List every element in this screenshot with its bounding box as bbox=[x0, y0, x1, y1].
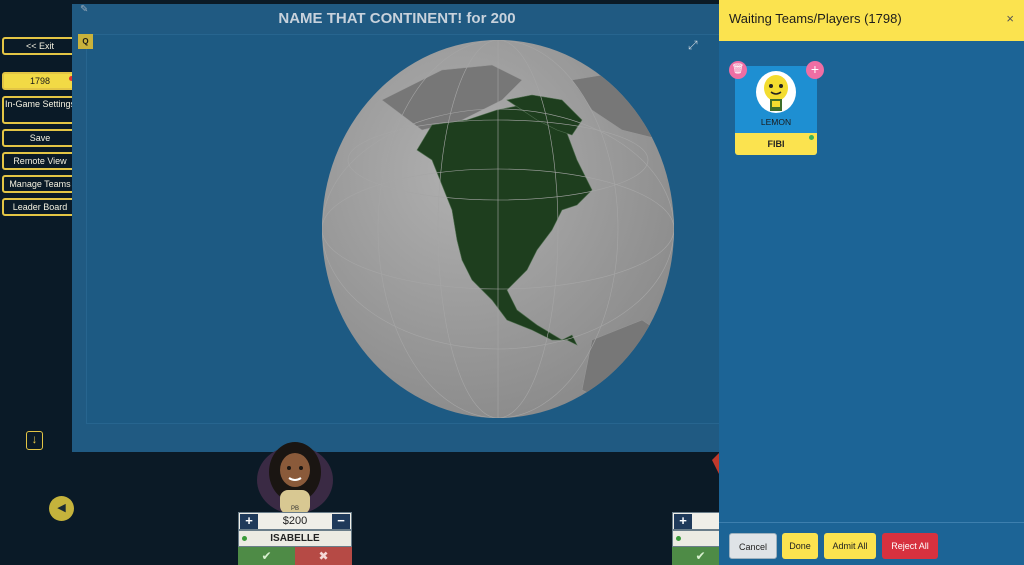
card-team-name: LEMON bbox=[760, 117, 792, 127]
score-bar: + $200 − bbox=[238, 512, 352, 530]
trash-icon[interactable]: 🗑 bbox=[729, 61, 747, 79]
judge-buttons: ✔ ✖ bbox=[238, 547, 352, 565]
lemon-avatar bbox=[756, 71, 796, 113]
subtract-points-button[interactable]: − bbox=[332, 514, 350, 529]
expand-icon[interactable]: ⤢ bbox=[688, 38, 702, 52]
left-sidebar: << Exit 1798 In-Game Settings Save Remot… bbox=[0, 0, 80, 565]
plus-icon[interactable]: + bbox=[806, 61, 824, 79]
manage-teams-button[interactable]: Manage Teams bbox=[2, 175, 78, 193]
game-id-label: 1798 bbox=[29, 76, 51, 86]
question-badge: Q bbox=[78, 34, 93, 49]
player-name: ISABELLE bbox=[270, 533, 320, 544]
add-points-button[interactable]: + bbox=[240, 514, 258, 529]
player-name-bar: ISABELLE bbox=[238, 530, 352, 547]
player-avatar: PB bbox=[257, 442, 333, 514]
previous-arrow-icon[interactable]: ◀ bbox=[49, 496, 74, 521]
question-board: ✎ NAME THAT CONTINENT! for 200 Q ⤢ bbox=[72, 4, 722, 452]
footer-divider bbox=[719, 522, 1024, 523]
online-dot bbox=[242, 536, 247, 541]
leader-board-button[interactable]: Leader Board bbox=[2, 198, 78, 216]
globe-image bbox=[322, 40, 674, 418]
waiting-player-card[interactable]: 🗑 + LEMON FIBI bbox=[729, 61, 824, 155]
done-button[interactable]: Done bbox=[782, 533, 818, 559]
add-points-button[interactable]: + bbox=[674, 514, 692, 529]
panel-header: Waiting Teams/Players (1798) × bbox=[719, 0, 1024, 41]
admit-all-button[interactable]: Admit All bbox=[824, 533, 876, 559]
player-points: $200 bbox=[282, 515, 308, 527]
incorrect-x-icon[interactable]: ✖ bbox=[295, 547, 352, 565]
remote-view-button[interactable]: Remote View bbox=[2, 152, 78, 170]
save-button[interactable]: Save bbox=[2, 129, 78, 147]
reject-all-button[interactable]: Reject All bbox=[882, 533, 938, 559]
cancel-button[interactable]: Cancel bbox=[729, 533, 777, 559]
close-icon[interactable]: × bbox=[1006, 11, 1014, 26]
game-id-button[interactable]: 1798 bbox=[2, 72, 78, 90]
arrow-down-icon[interactable]: ↓ bbox=[26, 431, 43, 450]
panel-title: Waiting Teams/Players (1798) bbox=[729, 11, 902, 26]
exit-button[interactable]: << Exit bbox=[2, 37, 78, 55]
waiting-panel: Waiting Teams/Players (1798) × 🗑 + LEMON… bbox=[719, 0, 1024, 565]
correct-check-icon[interactable]: ✔ bbox=[238, 547, 295, 565]
online-dot bbox=[809, 135, 814, 140]
question-title: NAME THAT CONTINENT! for 200 bbox=[278, 10, 516, 27]
online-dot bbox=[676, 536, 681, 541]
card-player-name: FIBI bbox=[735, 133, 817, 155]
in-game-settings-button[interactable]: In-Game Settings bbox=[2, 96, 78, 124]
